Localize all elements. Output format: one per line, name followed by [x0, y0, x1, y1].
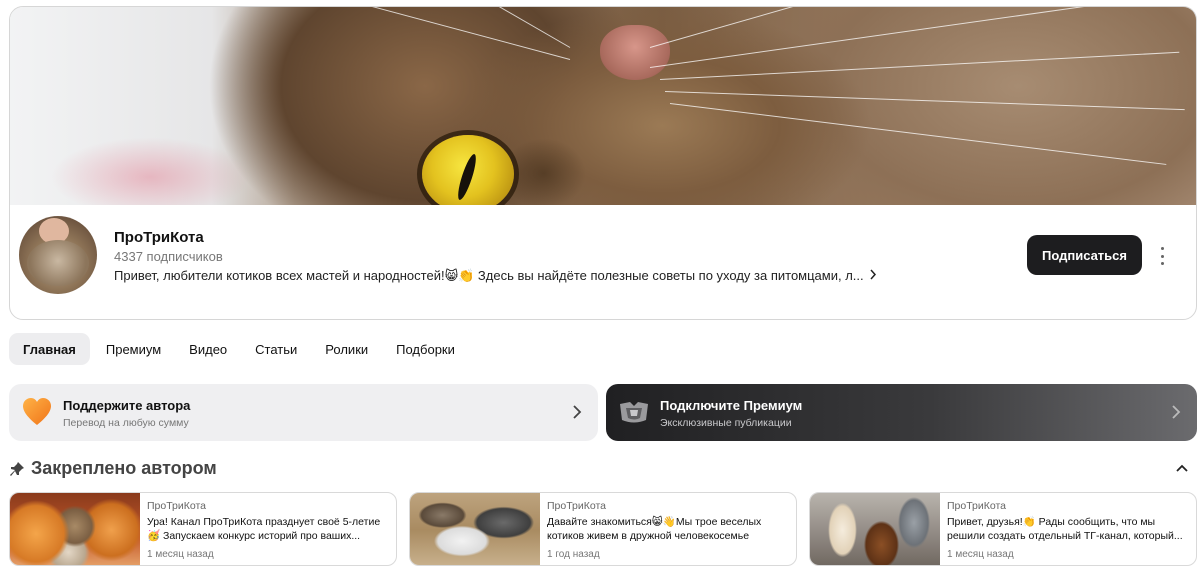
heart-icon	[23, 398, 51, 425]
channel-avatar[interactable]	[19, 216, 97, 294]
post-thumbnail	[810, 493, 940, 565]
pinned-post-card[interactable]: ПроТриКота Давайте знакомиться😸👋Мы трое …	[409, 492, 797, 566]
channel-name: ПроТриКота	[114, 229, 204, 246]
cat-nose	[600, 25, 670, 80]
post-text: Давайте знакомиться😸👋Мы трое веселых кот…	[547, 516, 762, 542]
post-time: 1 месяц назад	[947, 549, 1014, 560]
chevron-right-icon	[573, 405, 582, 419]
more-options-icon[interactable]	[1155, 245, 1169, 267]
pinned-post-card[interactable]: ПроТриКота Ура! Канал ПроТриКота праздну…	[9, 492, 397, 566]
post-time: 1 месяц назад	[147, 549, 214, 560]
chevron-right-icon[interactable]	[869, 269, 877, 280]
support-subtitle: Перевод на любую сумму	[63, 417, 189, 429]
pinned-post-card[interactable]: ПроТриКота Привет, друзья!👏 Рады сообщит…	[809, 492, 1197, 566]
channel-description-text: Привет, любители котиков всех мастей и н…	[114, 268, 864, 283]
subscriber-count: 4337 подписчиков	[114, 249, 223, 264]
chevron-up-icon[interactable]	[1174, 460, 1190, 476]
post-author: ПроТриКота	[147, 500, 207, 512]
post-time: 1 год назад	[547, 549, 600, 560]
pinned-section-header: Закреплено автором	[9, 458, 217, 479]
pinned-title: Закреплено автором	[31, 458, 217, 478]
post-text: Привет, друзья!👏 Рады сообщить, что мы р…	[947, 516, 1183, 542]
tab-shorts[interactable]: Ролики	[311, 333, 382, 365]
tab-articles[interactable]: Статьи	[241, 333, 311, 365]
support-title: Поддержите автора	[63, 398, 191, 413]
premium-title: Подключите Премиум	[660, 398, 803, 413]
channel-banner-image	[10, 7, 1196, 205]
post-text: Ура! Канал ПроТриКота празднует своё 5-л…	[147, 516, 381, 542]
post-thumbnail	[10, 493, 140, 565]
pin-icon	[10, 461, 24, 476]
channel-description[interactable]: Привет, любители котиков всех мастей и н…	[114, 268, 877, 284]
post-author: ПроТриКота	[547, 500, 607, 512]
tab-main[interactable]: Главная	[9, 333, 90, 365]
tab-premium[interactable]: Премиум	[92, 333, 175, 365]
tab-video[interactable]: Видео	[175, 333, 241, 365]
premium-subtitle: Эксклюзивные публикации	[660, 417, 792, 429]
channel-tabs: Главная Премиум Видео Статьи Ролики Подб…	[9, 333, 469, 365]
post-author: ПроТриКота	[947, 500, 1007, 512]
cat-eye	[422, 135, 514, 205]
subscribe-button[interactable]: Подписаться	[1027, 235, 1142, 275]
support-author-banner[interactable]: Поддержите автора Перевод на любую сумму	[9, 384, 598, 441]
premium-banner[interactable]: Подключите Премиум Эксклюзивные публикац…	[606, 384, 1197, 441]
premium-icon	[620, 402, 648, 423]
chevron-right-icon	[1172, 405, 1181, 419]
post-thumbnail	[410, 493, 540, 565]
tab-collections[interactable]: Подборки	[382, 333, 469, 365]
